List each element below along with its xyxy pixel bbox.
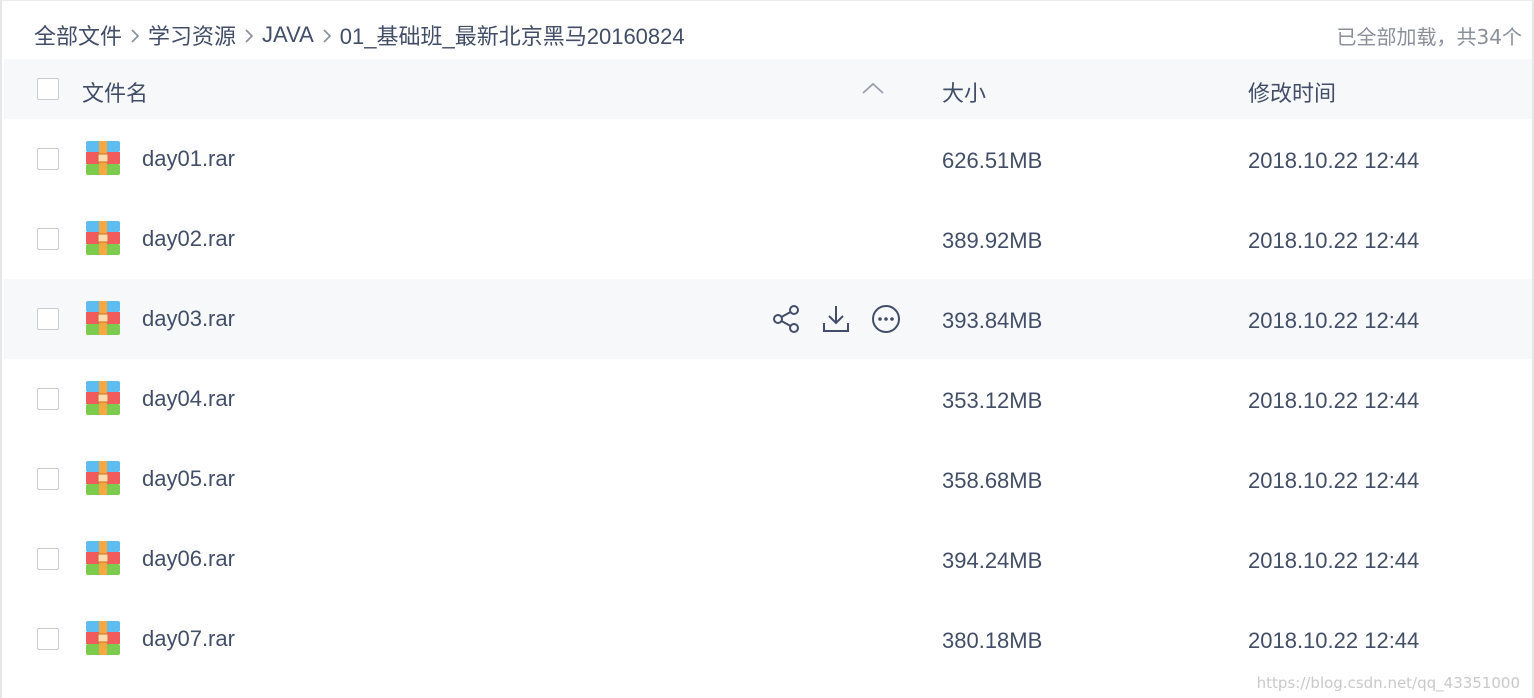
file-name[interactable]: day07.rar (142, 626, 235, 652)
column-header-name[interactable]: 文件名 (82, 76, 148, 108)
column-header-modified[interactable]: 修改时间 (1248, 76, 1336, 108)
row-checkbox[interactable] (37, 628, 59, 650)
row-checkbox[interactable] (37, 388, 59, 410)
file-modified-time: 2018.10.22 12:44 (1248, 628, 1420, 653)
file-name[interactable]: day06.rar (142, 546, 235, 572)
share-icon[interactable] (770, 303, 802, 335)
file-name[interactable]: day03.rar (142, 306, 235, 332)
row-actions (770, 303, 902, 335)
table-row[interactable]: day02.rar 389.92MB 2018.10.22 12:44 (4, 199, 1532, 279)
column-header-size[interactable]: 大小 (942, 76, 986, 108)
file-modified-time: 2018.10.22 12:44 (1248, 228, 1420, 253)
chevron-right-icon (314, 24, 340, 46)
chevron-right-icon (122, 24, 148, 46)
load-status: 已全部加载，共34个 (1336, 25, 1522, 49)
table-header: 文件名 大小 修改时间 (4, 59, 1532, 119)
file-modified-time: 2018.10.22 12:44 (1248, 308, 1420, 333)
file-size: 389.92MB (942, 228, 1043, 253)
download-icon[interactable] (820, 303, 852, 335)
archive-icon (86, 621, 120, 655)
chevron-up-icon[interactable] (861, 81, 885, 100)
file-size: 393.84MB (942, 308, 1043, 333)
archive-icon (86, 461, 120, 495)
breadcrumb-item-study-resources[interactable]: 学习资源 (148, 19, 236, 51)
row-checkbox[interactable] (37, 148, 59, 170)
file-name[interactable]: day04.rar (142, 386, 235, 412)
table-row[interactable]: day07.rar 380.18MB 2018.10.22 12:44 (4, 599, 1532, 679)
file-size: 394.24MB (942, 548, 1043, 573)
row-checkbox[interactable] (37, 468, 59, 490)
top-bar: 全部文件 学习资源 JAVA 01_基础班_最新北京黑马20160824 已全部… (2, 1, 1532, 59)
file-size: 380.18MB (942, 628, 1043, 653)
archive-icon (86, 541, 120, 575)
archive-icon (86, 301, 120, 335)
row-checkbox[interactable] (37, 548, 59, 570)
row-checkbox[interactable] (37, 308, 59, 330)
watermark: https://blog.csdn.net/qq_43351000 (1256, 674, 1520, 692)
file-modified-time: 2018.10.22 12:44 (1248, 148, 1420, 173)
archive-icon (86, 381, 120, 415)
table-row[interactable]: day01.rar 626.51MB 2018.10.22 12:44 (4, 119, 1532, 199)
select-all-checkbox[interactable] (37, 78, 59, 100)
breadcrumb: 全部文件 学习资源 JAVA 01_基础班_最新北京黑马20160824 (34, 19, 685, 51)
breadcrumb-item-current-folder: 01_基础班_最新北京黑马20160824 (339, 24, 685, 49)
file-size: 358.68MB (942, 468, 1043, 493)
table-row[interactable]: day03.rar 393.84MB 2018.10.22 12:44 (4, 279, 1532, 359)
archive-icon (86, 221, 120, 255)
breadcrumb-item-java[interactable]: JAVA (262, 22, 314, 48)
file-modified-time: 2018.10.22 12:44 (1248, 548, 1420, 573)
more-icon[interactable] (870, 303, 902, 335)
file-browser-window: 全部文件 学习资源 JAVA 01_基础班_最新北京黑马20160824 已全部… (0, 0, 1534, 698)
table-row[interactable]: day04.rar 353.12MB 2018.10.22 12:44 (4, 359, 1532, 439)
file-name[interactable]: day05.rar (142, 466, 235, 492)
file-size: 353.12MB (942, 388, 1043, 413)
table-row[interactable]: day05.rar 358.68MB 2018.10.22 12:44 (4, 439, 1532, 519)
file-modified-time: 2018.10.22 12:44 (1248, 388, 1420, 413)
file-modified-time: 2018.10.22 12:44 (1248, 468, 1420, 493)
row-checkbox[interactable] (37, 228, 59, 250)
file-size: 626.51MB (942, 148, 1043, 173)
breadcrumb-item-all-files[interactable]: 全部文件 (34, 19, 122, 51)
table-row[interactable]: day06.rar 394.24MB 2018.10.22 12:44 (4, 519, 1532, 599)
archive-icon (86, 141, 120, 175)
chevron-right-icon (236, 24, 262, 46)
file-name[interactable]: day02.rar (142, 226, 235, 252)
file-name[interactable]: day01.rar (142, 146, 235, 172)
